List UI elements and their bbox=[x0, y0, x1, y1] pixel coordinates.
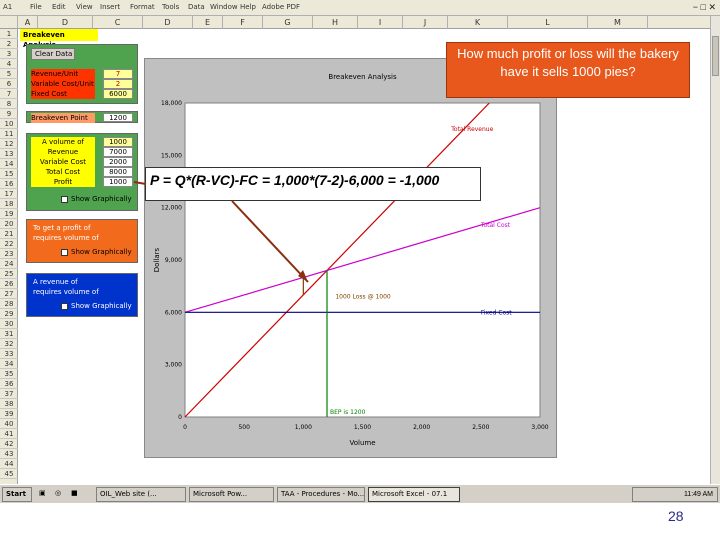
arrow-overlay bbox=[133, 181, 309, 283]
arrow-line-short bbox=[133, 181, 147, 185]
slide: A1 File Edit View Insert Format Tools Da… bbox=[0, 0, 720, 540]
slide-number: 28 bbox=[668, 508, 684, 524]
arrow-line bbox=[231, 200, 309, 283]
